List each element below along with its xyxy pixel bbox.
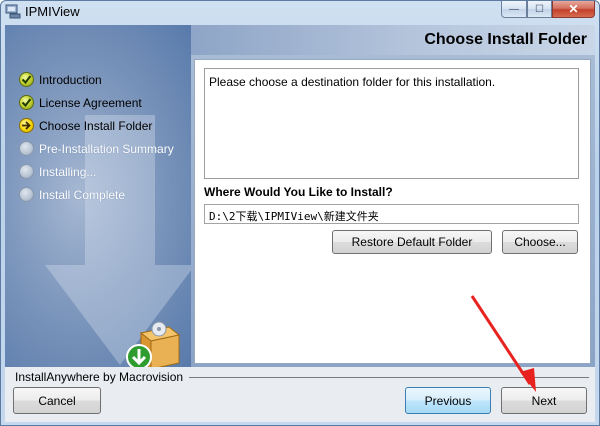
header-band: Choose Install Folder bbox=[191, 25, 595, 55]
install-path-field[interactable]: D:\2下载\IPMIView\新建文件夹 bbox=[204, 204, 579, 224]
step-label: License Agreement bbox=[39, 95, 142, 110]
page-title: Choose Install Folder bbox=[424, 31, 587, 48]
close-button[interactable]: ✕ bbox=[552, 1, 595, 18]
message-box: Please choose a destination folder for t… bbox=[204, 68, 579, 179]
step-install-complete: Install Complete bbox=[19, 183, 174, 206]
step-pre-installation-summary: Pre-Installation Summary bbox=[19, 137, 174, 160]
step-label: Pre-Installation Summary bbox=[39, 141, 174, 156]
pending-dot-icon bbox=[19, 141, 34, 156]
maximize-button[interactable]: ☐ bbox=[527, 1, 552, 18]
install-box-icon bbox=[126, 321, 181, 367]
instruction-text: Please choose a destination folder for t… bbox=[209, 75, 496, 89]
step-introduction: Introduction bbox=[19, 68, 174, 91]
step-label: Install Complete bbox=[39, 187, 126, 202]
arrow-right-icon bbox=[19, 118, 34, 133]
content-panel: Please choose a destination folder for t… bbox=[194, 59, 591, 364]
client-area: Introduction License Agreement Choose In… bbox=[5, 25, 595, 422]
restore-default-folder-button[interactable]: Restore Default Folder bbox=[332, 230, 492, 254]
checkmark-icon bbox=[19, 95, 34, 110]
install-location-heading: Where Would You Like to Install? bbox=[204, 185, 393, 199]
choose-folder-button[interactable]: Choose... bbox=[502, 230, 578, 254]
step-license-agreement: License Agreement bbox=[19, 91, 174, 114]
pending-dot-icon bbox=[19, 164, 34, 179]
step-label: Choose Install Folder bbox=[39, 118, 153, 133]
title-bar[interactable]: IPMIView — ☐ ✕ bbox=[1, 1, 599, 23]
steps-sidebar: Introduction License Agreement Choose In… bbox=[5, 25, 191, 367]
previous-button[interactable]: Previous bbox=[405, 387, 491, 414]
step-label: Installing... bbox=[39, 164, 97, 179]
pending-dot-icon bbox=[19, 187, 34, 202]
steps-list: Introduction License Agreement Choose In… bbox=[19, 68, 174, 206]
checkmark-icon bbox=[19, 72, 34, 87]
app-icon bbox=[5, 4, 21, 19]
window-title: IPMIView bbox=[25, 4, 80, 19]
footer-divider bbox=[189, 377, 589, 378]
step-choose-install-folder: Choose Install Folder bbox=[19, 114, 174, 137]
step-label: Introduction bbox=[39, 72, 102, 87]
step-installing: Installing... bbox=[19, 160, 174, 183]
installer-window: IPMIView — ☐ ✕ Introduction License Agre… bbox=[0, 0, 600, 426]
next-button[interactable]: Next bbox=[501, 387, 587, 414]
minimize-button[interactable]: — bbox=[501, 1, 527, 18]
vendor-label: InstallAnywhere by Macrovision bbox=[15, 370, 184, 384]
cancel-button[interactable]: Cancel bbox=[13, 387, 101, 414]
